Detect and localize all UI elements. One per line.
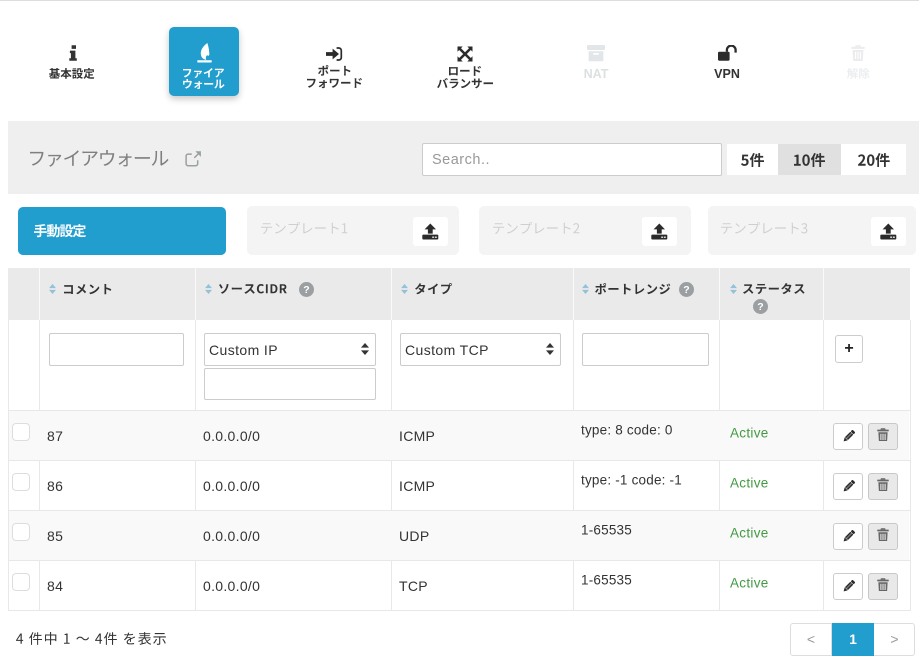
svg-text:?: ? — [683, 284, 689, 296]
svg-text:?: ? — [303, 284, 309, 296]
svg-text:?: ? — [757, 301, 763, 313]
